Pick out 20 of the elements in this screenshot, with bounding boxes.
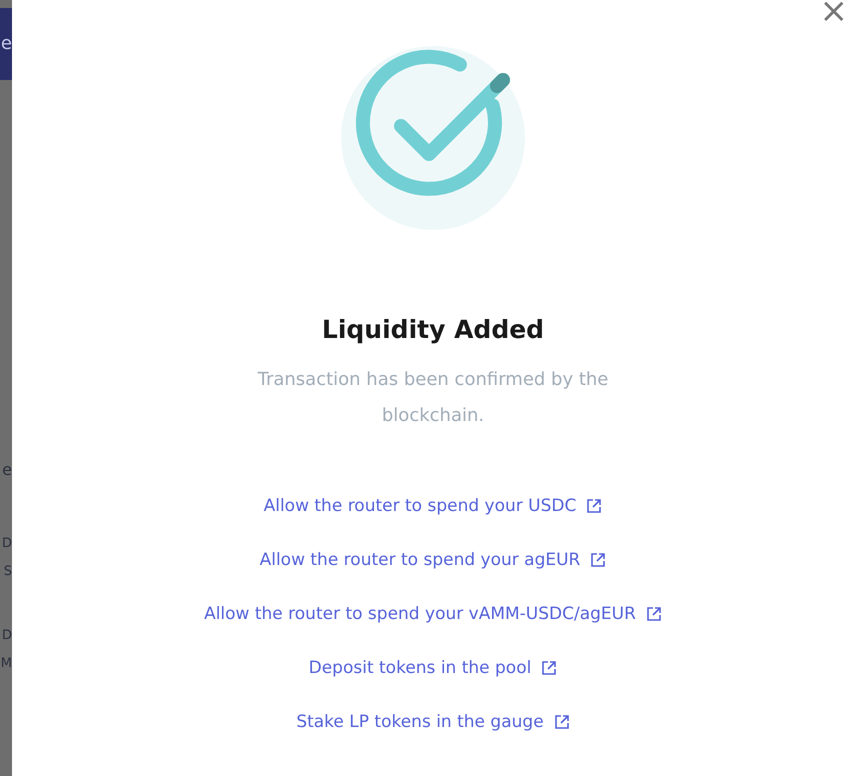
dialog-title: Liquidity Added <box>322 315 544 344</box>
background-text: D <box>2 628 12 644</box>
transaction-link[interactable]: Deposit tokens in the pool <box>308 656 558 680</box>
transaction-link[interactable]: Allow the router to spend your USDC <box>264 494 602 518</box>
background-text: e <box>2 462 12 478</box>
transaction-link[interactable]: Stake LP tokens in the gauge <box>296 710 570 734</box>
external-link-icon <box>646 606 662 622</box>
background-text: D <box>2 536 12 552</box>
external-link-icon <box>541 660 558 676</box>
transaction-link[interactable]: Allow the router to spend your vAMM-USDC/agEUR <box>204 602 662 626</box>
background-text: S <box>4 564 12 580</box>
external-link-icon <box>586 498 602 514</box>
background-text: e <box>0 8 12 80</box>
transaction-link[interactable]: Allow the router to spend your agEUR <box>260 548 606 572</box>
external-link-icon <box>554 714 570 730</box>
background-text: M <box>0 656 12 672</box>
close-button[interactable]: × <box>816 0 852 28</box>
success-check-icon <box>341 46 525 230</box>
confirmation-message: Transaction has been confirmed by the blockchain. <box>256 368 610 428</box>
external-link-icon <box>590 552 606 568</box>
